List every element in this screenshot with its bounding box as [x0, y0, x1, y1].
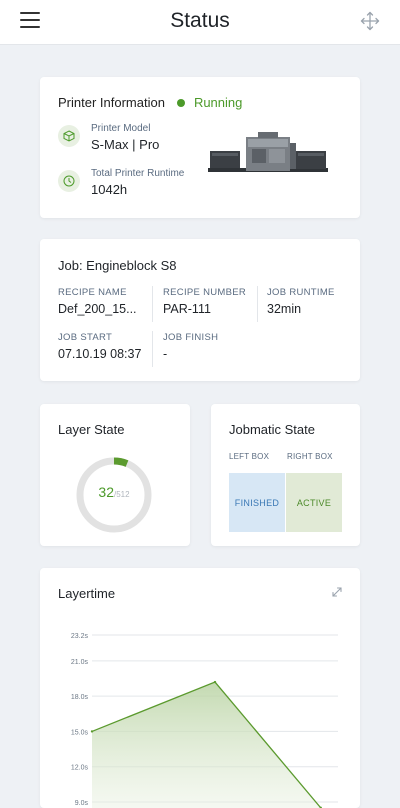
recipe-name-label: RECIPE NAME	[58, 287, 127, 298]
job-runtime-field: JOB RUNTIME 32min	[267, 287, 335, 316]
recipe-number-label: RECIPE NUMBER	[163, 287, 247, 298]
job-runtime-label: JOB RUNTIME	[267, 287, 335, 298]
status-indicator-dot	[176, 98, 185, 107]
cube-icon	[58, 125, 80, 147]
printer-runtime-label: Total Printer Runtime	[91, 168, 185, 179]
divider	[152, 331, 153, 367]
job-finish-value: -	[163, 347, 168, 361]
printer-machine-image	[208, 132, 328, 172]
job-title: Job: Engineblock S8	[58, 258, 177, 273]
printer-model-label: Printer Model	[91, 123, 151, 134]
layer-total: /512	[114, 490, 130, 499]
printer-info-card: Printer Information Running Printer Mode…	[40, 77, 360, 218]
clock-icon	[58, 170, 80, 192]
jobmatic-state-card: Jobmatic State LEFT BOX RIGHT BOX FINISH…	[211, 404, 360, 546]
data-point	[90, 730, 94, 733]
move-arrows-icon[interactable]	[360, 11, 380, 31]
data-point	[213, 680, 217, 684]
layer-count: 32/512	[75, 484, 153, 500]
y-tick-label: 9.0s	[75, 800, 89, 807]
job-card: Job: Engineblock S8 RECIPE NAME Def_200_…	[40, 239, 360, 381]
recipe-name-field: RECIPE NAME Def_200_15...	[58, 287, 137, 316]
y-tick-label: 15.0s	[71, 729, 89, 736]
printer-header: Printer Information Running	[58, 95, 242, 110]
y-tick-label: 12.0s	[71, 765, 89, 772]
printer-model-value: S-Max | Pro	[91, 137, 160, 152]
layer-current: 32	[98, 484, 114, 500]
right-box-state: ACTIVE	[286, 473, 342, 532]
job-finish-field: JOB FINISH -	[163, 332, 218, 361]
y-tick-label: 18.0s	[71, 694, 89, 701]
y-tick-label: 21.0s	[71, 659, 89, 666]
jobmatic-title: Jobmatic State	[229, 422, 315, 437]
layertime-title: Layertime	[58, 586, 116, 601]
printer-runtime-item: Total Printer Runtime 1042h	[58, 168, 184, 197]
printer-info-title: Printer Information	[58, 95, 165, 110]
left-box-label: LEFT BOX	[229, 452, 270, 461]
recipe-number-field: RECIPE NUMBER PAR-111	[163, 287, 246, 316]
page-title: Status	[170, 9, 230, 32]
layer-state-title: Layer State	[58, 422, 125, 437]
job-runtime-value: 32min	[267, 302, 302, 316]
job-finish-label: JOB FINISH	[163, 332, 219, 343]
job-start-field: JOB START 07.10.19 08:37	[58, 332, 141, 361]
layer-state-card: Layer State 32/512	[40, 404, 190, 546]
printer-model-item: Printer Model S-Max | Pro	[58, 123, 159, 152]
layertime-card: Layertime 23.2s 21.0s 18.0s 15.0s 12.0s 9.0s	[40, 568, 360, 808]
layertime-chart: 23.2s 21.0s 18.0s 15.0s 12.0s 9.0s	[71, 633, 338, 808]
area-fill	[92, 682, 321, 808]
recipe-name-value: Def_200_15...	[58, 302, 137, 316]
divider	[257, 286, 258, 322]
job-start-value: 07.10.19 08:37	[58, 347, 142, 361]
printer-status: Running	[193, 95, 243, 110]
divider	[152, 286, 153, 322]
right-box-label: RIGHT BOX	[287, 452, 333, 461]
left-box-state: FINISHED	[229, 473, 285, 532]
recipe-number-value: PAR-111	[163, 302, 211, 316]
printer-runtime-value: 1042h	[91, 182, 128, 197]
expand-icon[interactable]	[330, 585, 344, 599]
job-start-label: JOB START	[58, 332, 113, 343]
y-tick-label: 23.2s	[71, 633, 89, 640]
top-bar: Status	[0, 0, 400, 45]
